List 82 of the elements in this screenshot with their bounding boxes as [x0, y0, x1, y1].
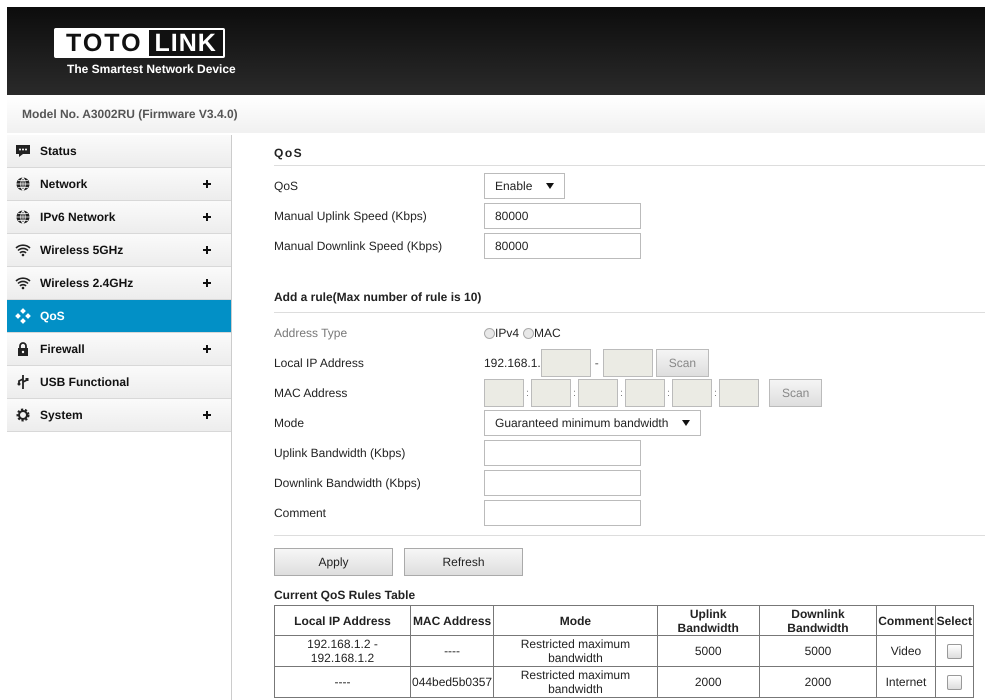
- column-header: Select: [935, 606, 974, 636]
- field-label: Mode: [274, 416, 306, 430]
- input-field[interactable]: [484, 440, 641, 466]
- sidebar-item[interactable]: QoS: [7, 300, 231, 333]
- action-button[interactable]: Apply: [274, 548, 393, 576]
- sidebar-item[interactable]: Wireless 5GHz: [7, 234, 231, 267]
- ip-prefix: 192.168.1.: [484, 356, 541, 370]
- section-title: QoS: [274, 135, 985, 166]
- field-label: Downlink Bandwidth (Kbps): [274, 476, 422, 490]
- field-label: QoS: [274, 179, 300, 193]
- input-field[interactable]: [484, 470, 641, 496]
- sidebar-item[interactable]: Network: [7, 168, 231, 201]
- range-separator: -: [594, 356, 600, 370]
- field-label: Comment: [274, 506, 328, 520]
- table-cell: 2000: [759, 666, 877, 698]
- dropdown[interactable]: Guaranteed minimum bandwidth: [484, 410, 702, 436]
- sidebar-item[interactable]: IPv6 Network: [7, 201, 231, 234]
- input-field[interactable]: 80000: [484, 233, 641, 259]
- input-field[interactable]: [672, 379, 712, 407]
- field-label: Address Type: [274, 326, 348, 340]
- wifi-icon: [15, 275, 31, 291]
- table-cell: ----: [410, 636, 494, 666]
- table-cell: 192.168.1.2 - 192.168.1.2: [274, 636, 411, 666]
- sidebar-item[interactable]: Firewall: [7, 333, 231, 366]
- mac-separator: :: [619, 388, 624, 398]
- table-cell: 044bed5b0357: [410, 666, 494, 698]
- radio-label: MAC: [534, 326, 561, 340]
- input-field[interactable]: [602, 349, 653, 377]
- sidebar-item[interactable]: System: [7, 399, 231, 432]
- input-field[interactable]: [484, 379, 524, 407]
- checkbox[interactable]: [946, 644, 962, 659]
- mac-separator: :: [572, 388, 577, 398]
- input-field[interactable]: [625, 379, 665, 407]
- field-label: Manual Uplink Speed (Kbps): [274, 209, 428, 223]
- dropdown[interactable]: Enable: [484, 173, 566, 199]
- column-header: Local IP Address: [274, 606, 411, 636]
- globe-icon: [15, 209, 31, 225]
- table-cell: 2000: [657, 666, 760, 698]
- mac-separator: :: [666, 388, 671, 398]
- column-header: Downlink Bandwidth: [759, 606, 877, 636]
- usb-icon: [15, 374, 31, 390]
- input-field[interactable]: [484, 500, 641, 526]
- table-cell: 5000: [657, 636, 760, 666]
- section-title: Add a rule(Max number of rule is 10): [274, 285, 985, 313]
- mac-separator: :: [525, 388, 530, 398]
- field-label: Uplink Bandwidth (Kbps): [274, 446, 406, 460]
- table-cell: 5000: [759, 636, 877, 666]
- column-header: Mode: [494, 606, 658, 636]
- column-header: MAC Address: [410, 606, 494, 636]
- mac-separator: :: [713, 388, 718, 398]
- table-cell: Video: [876, 636, 936, 666]
- input-field[interactable]: [719, 379, 759, 407]
- tagline: The Smartest Network Device: [67, 62, 237, 76]
- input-field[interactable]: [578, 379, 618, 407]
- sidebar-item[interactable]: Status: [7, 135, 231, 168]
- table-title: Current QoS Rules Table: [274, 588, 416, 602]
- globe-icon: [15, 176, 31, 192]
- action-button[interactable]: Refresh: [404, 548, 523, 576]
- diamond-dots-icon: [15, 308, 31, 324]
- field-label: Manual Downlink Speed (Kbps): [274, 239, 444, 253]
- column-header: Comment: [876, 606, 936, 636]
- table-cell: Internet: [876, 666, 936, 698]
- table-cell: Restricted maximum bandwidth: [494, 666, 658, 698]
- sidebar-item[interactable]: Wireless 2.4GHz: [7, 267, 231, 300]
- input-field[interactable]: [531, 379, 571, 407]
- logo: TOTO LINK: [54, 28, 225, 58]
- table-cell: Restricted maximum bandwidth: [494, 636, 658, 666]
- checkbox[interactable]: [946, 674, 962, 690]
- table-cell: ----: [274, 666, 411, 698]
- caret-icon: [682, 420, 690, 426]
- wifi-icon: [15, 242, 31, 258]
- caret-icon: [546, 183, 554, 189]
- settings-icon: [15, 407, 31, 423]
- input-field[interactable]: 80000: [484, 203, 641, 229]
- radio-label: IPv4: [495, 326, 520, 340]
- field-label: MAC Address: [274, 386, 348, 400]
- field-label: Local IP Address: [274, 356, 365, 370]
- column-header: Uplink Bandwidth: [657, 606, 760, 636]
- chat-icon: [15, 143, 31, 159]
- lock-icon: [15, 341, 31, 357]
- input-field[interactable]: [540, 349, 591, 377]
- sidebar-item[interactable]: USB Functional: [7, 366, 231, 399]
